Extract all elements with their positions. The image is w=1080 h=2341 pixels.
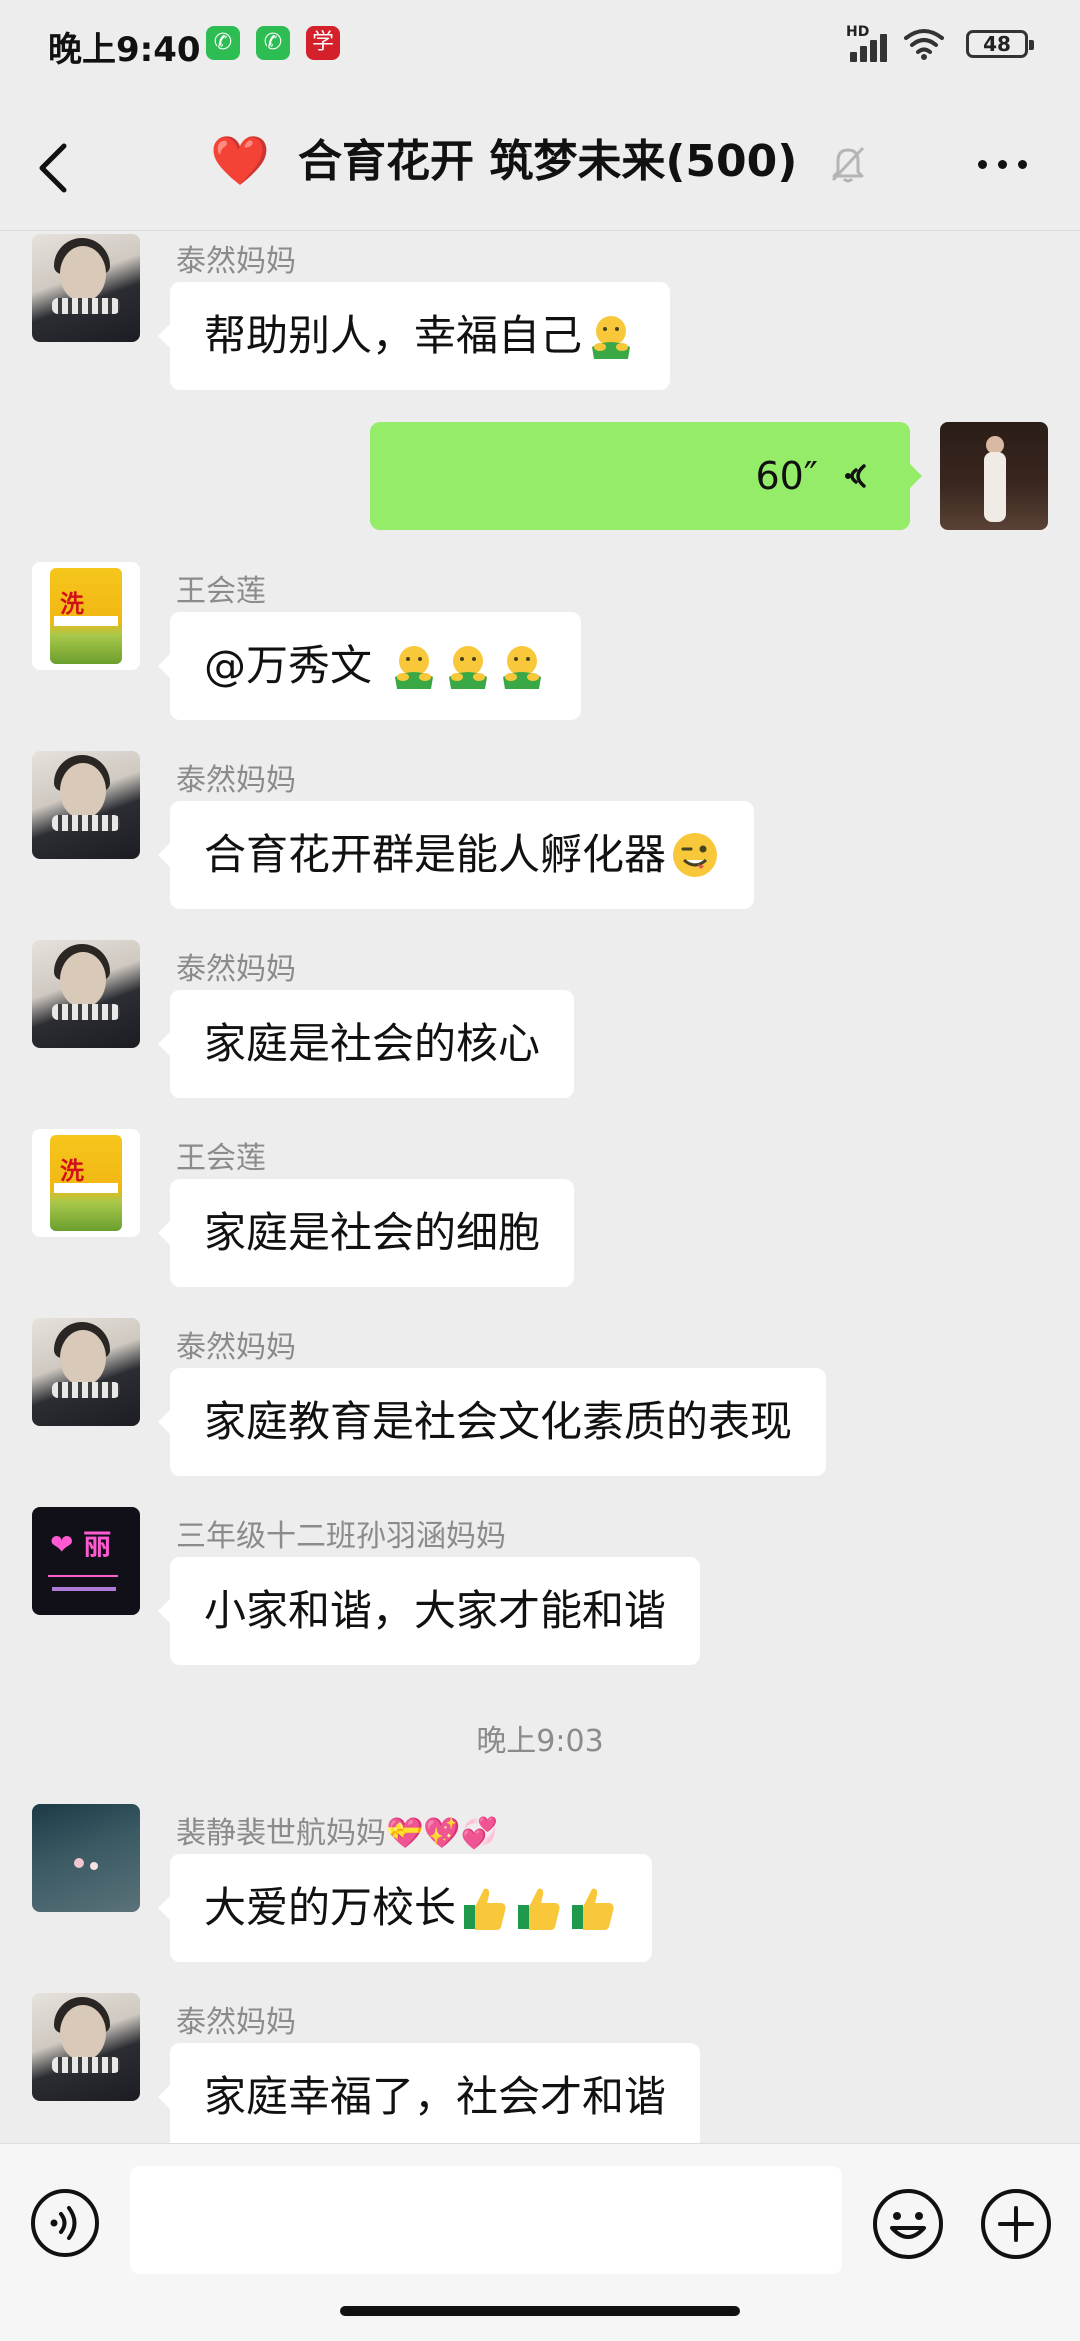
chevron-left-icon[interactable] [34,140,74,196]
avatar[interactable]: ❤ 丽 [32,1507,140,1615]
status-bar: 晚上9:40 ✆ ✆ 学 HD 48 [0,0,1080,90]
plus-circle-icon[interactable] [980,2188,1052,2260]
avatar[interactable] [32,1804,140,1912]
avatar[interactable] [32,234,140,342]
message-text: 家庭是社会的细胞 [204,1208,541,1257]
message-timestamp: 晚上9:03 [476,1724,604,1759]
hug-emoji [395,645,434,689]
wechat-icon: ✆ [256,26,290,60]
avatar[interactable] [32,1318,140,1426]
sender-name: 泰然妈妈 [176,1330,296,1365]
bell-muted-icon [831,146,865,183]
avatar[interactable]: 洗 [32,562,140,670]
message-text: 家庭是社会的核心 [204,1019,541,1068]
hug-emoji [503,645,542,689]
sender-name: 王会莲 [176,574,266,609]
message-bubble[interactable]: 家庭是社会的细胞 [157,1179,575,1287]
avatar[interactable] [32,1993,140,2101]
message-input[interactable] [130,2166,842,2274]
message-bubble[interactable]: @万秀文 [157,612,582,720]
chat-title: 合育花开 筑梦未来(500) [298,136,798,187]
message-bubble[interactable]: 合育花开群是能人孵化器 [157,801,755,909]
message-text: @万秀文 [204,641,386,690]
battery-icon: 48 [966,30,1034,58]
chat-header: ❤️ 合育花开 筑梦未来(500) [0,90,1080,231]
message-text: 家庭幸福了，社会才和谐 [204,2072,667,2121]
avatar[interactable] [32,940,140,1048]
thumbs-up-emoji [572,1888,614,1930]
status-time: 晚上9:40 [48,30,201,70]
heart-emoji: ❤️ [210,133,270,189]
hug-emoji [592,315,631,359]
home-indicator[interactable] [340,2306,740,2316]
voice-wave-icon [845,464,866,488]
avatar[interactable] [940,422,1048,530]
thumbs-up-emoji [464,1888,506,1930]
wink-emoji [673,832,718,877]
avatar[interactable]: 洗 [32,1129,140,1237]
battery-level: 48 [983,32,1011,56]
smiley-icon[interactable] [872,2188,944,2260]
voice-duration: 60″ [755,454,818,498]
sender-name: 三年级十二班孙羽涵妈妈 [176,1519,506,1554]
message-bubble[interactable]: 家庭教育是社会文化素质的表现 [157,1368,827,1476]
sender-name: 裴静裴世航妈妈💝💖💞 [176,1816,499,1851]
message-bubble[interactable]: 家庭是社会的核心 [157,990,575,1098]
avatar[interactable] [32,751,140,859]
hug-emoji [449,645,488,689]
message-bubble[interactable]: 大爱的万校长 [157,1854,653,1962]
voice-input-icon[interactable] [30,2188,100,2258]
sender-name: 王会莲 [176,1141,266,1176]
message-bubble[interactable]: 家庭幸福了，社会才和谐 [157,2043,701,2151]
sender-name: 泰然妈妈 [176,2005,296,2040]
more-dots-icon[interactable] [978,156,1028,172]
wifi-icon [904,29,944,60]
signal-icon [850,30,896,62]
message-bubble[interactable]: 小家和谐，大家才能和谐 [157,1557,701,1665]
wechat-icon: ✆ [206,26,240,60]
study-app-icon: 学 [306,26,340,60]
message-text: 帮助别人，幸福自己 [204,311,583,360]
sender-name: 泰然妈妈 [176,244,296,279]
message-text: 合育花开群是能人孵化器 [204,830,667,879]
sender-name: 泰然妈妈 [176,952,296,987]
message-text: 小家和谐，大家才能和谐 [204,1586,667,1635]
sender-name: 泰然妈妈 [176,763,296,798]
message-text: 大爱的万校长 [204,1883,457,1932]
thumbs-up-emoji [518,1888,560,1930]
message-text: 家庭教育是社会文化素质的表现 [204,1397,793,1446]
message-bubble[interactable]: 帮助别人，幸福自己 [157,282,671,390]
voice-message-bubble[interactable]: 60″ [370,422,922,530]
